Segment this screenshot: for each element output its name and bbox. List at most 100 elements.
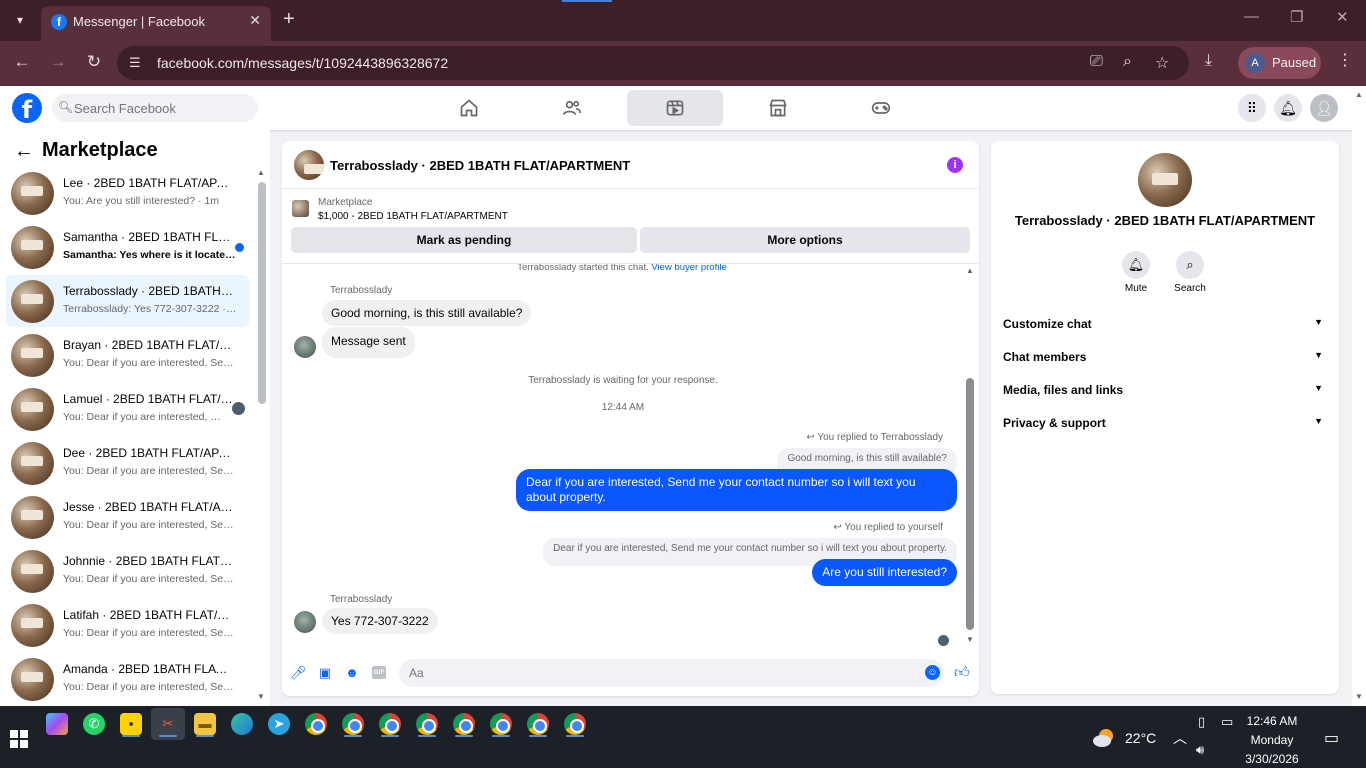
window-close-icon[interactable]: ✕ <box>1336 8 1349 26</box>
search-button[interactable]: ⌕ Search <box>1160 251 1220 294</box>
scroll-down-icon[interactable]: ▼ <box>966 635 974 644</box>
chevron-up-icon[interactable]: ︿ <box>1173 728 1187 748</box>
mute-button[interactable]: 🔔︎ Mute <box>1106 251 1166 294</box>
conversation-item-selected[interactable]: Terrabosslady · 2BED 1BATH FLAT/APARTMEN… <box>6 275 249 327</box>
thread-scrollbar[interactable] <box>966 378 974 630</box>
telegram-icon[interactable]: ➤ <box>268 713 290 735</box>
view-buyer-profile-link[interactable]: View buyer profile <box>651 264 726 273</box>
weather-icon[interactable] <box>1092 726 1116 750</box>
nav-friends-icon[interactable] <box>524 90 620 126</box>
notifications-bell-icon[interactable]: 🔔︎ <box>1274 94 1302 122</box>
chat-title[interactable]: Terrabosslady · 2BED 1BATH FLAT/APARTMEN… <box>330 158 630 173</box>
listing-thumbnail[interactable] <box>292 200 309 217</box>
url-text[interactable]: facebook.com/messages/t/1092443896328672 <box>157 55 448 71</box>
scroll-down-icon[interactable]: ▼ <box>257 692 265 701</box>
privacy-support-section[interactable]: Privacy & support ▼ <box>1003 416 1327 440</box>
system-clock[interactable]: 12:46 AM Monday 3/30/2026 <box>1240 712 1304 768</box>
edge-icon[interactable] <box>231 713 253 735</box>
bookmark-star-icon[interactable]: ☆ <box>1155 53 1169 73</box>
page-scrollbar[interactable]: ▲ ▼ <box>1352 86 1366 706</box>
sticker-icon[interactable]: ☻ <box>344 665 360 681</box>
nav-home-icon[interactable] <box>421 90 517 126</box>
listing-price[interactable]: $1,000 - 2BED 1BATH FLAT/APARTMENT <box>318 211 508 222</box>
outgoing-message[interactable]: Are you still interested? <box>812 559 957 586</box>
downloads-icon[interactable]: ⤓ <box>1205 52 1212 70</box>
more-options-button[interactable]: More options <box>640 227 970 253</box>
windows-start-icon[interactable] <box>10 730 28 748</box>
mark-as-pending-button[interactable]: Mark as pending <box>291 227 637 253</box>
new-tab-plus-icon[interactable]: + <box>283 8 295 30</box>
install-app-icon[interactable]: ⎚ <box>1090 53 1103 71</box>
forward-arrow-icon[interactable]: → <box>47 52 69 72</box>
browser-tab[interactable]: f Messenger | Facebook ✕ <box>41 6 271 41</box>
conversation-item[interactable]: Lamuel · 2BED 1BATH FLAT/APARTMENT You: … <box>6 383 249 435</box>
chat-avatar[interactable] <box>294 150 324 180</box>
reload-icon[interactable]: ↻ <box>83 52 105 72</box>
minimize-icon[interactable]: — <box>1244 8 1259 25</box>
chrome-icon[interactable] <box>416 713 438 735</box>
chat-members-section[interactable]: Chat members ▼ <box>1003 350 1327 374</box>
nav-marketplace-icon[interactable] <box>730 90 826 126</box>
notifications-icon[interactable]: ▭ <box>1324 728 1339 748</box>
account-avatar[interactable]: 👤︎ <box>1310 94 1338 122</box>
whatsapp-icon[interactable]: ✆ <box>83 713 105 735</box>
profile-button[interactable]: A Paused <box>1238 47 1321 79</box>
incoming-message[interactable]: Message sent <box>322 327 415 358</box>
conversation-item[interactable]: Jesse · 2BED 1BATH FLAT/APARTMENT You: D… <box>6 491 249 543</box>
menu-grid-icon[interactable]: ⠿ <box>1238 94 1266 122</box>
conversation-item[interactable]: Dee · 2BED 1BATH FLAT/APARTMENT You: Dea… <box>6 437 249 489</box>
emoji-icon[interactable]: ☺ <box>925 665 940 680</box>
address-bar[interactable]: ☰ facebook.com/messages/t/10924438963286… <box>117 46 1189 80</box>
phone-link-icon[interactable]: ▯ <box>1198 714 1205 730</box>
incoming-message[interactable]: Good morning, is this still available? <box>322 300 532 326</box>
photo-icon[interactable]: ▣ <box>317 665 333 681</box>
sticky-notes-icon[interactable]: ▪ <box>120 713 142 735</box>
info-icon[interactable]: i <box>947 157 963 173</box>
chrome-icon[interactable] <box>342 713 364 735</box>
customize-chat-section[interactable]: Customize chat ▼ <box>1003 317 1327 341</box>
outgoing-message[interactable]: Dear if you are interested, Send me your… <box>516 469 957 511</box>
scroll-down-icon[interactable]: ▼ <box>1355 692 1363 701</box>
sender-avatar[interactable] <box>294 336 316 358</box>
microphone-icon[interactable]: 🎤︎ <box>290 665 307 681</box>
scroll-up-icon[interactable]: ▲ <box>1355 90 1363 99</box>
browser-menu-icon[interactable]: ⋮ <box>1337 50 1353 70</box>
facebook-search-input[interactable] <box>74 94 254 122</box>
conversation-item[interactable]: Samantha · 2BED 1BATH FLAT/APARTMENT Sam… <box>6 221 249 273</box>
facebook-logo-icon[interactable]: f <box>12 93 42 124</box>
conversation-item[interactable]: Latifah · 2BED 1BATH FLAT/APARTMENT You:… <box>6 599 249 651</box>
chrome-icon[interactable] <box>527 713 549 735</box>
chrome-icon[interactable] <box>490 713 512 735</box>
chat-avatar[interactable] <box>1138 153 1192 207</box>
conversation-item[interactable]: Brayan · 2BED 1BATH FLAT/APARTMENT You: … <box>6 329 249 381</box>
nav-gaming-icon[interactable] <box>833 90 929 126</box>
back-arrow-icon[interactable]: ← <box>14 140 34 163</box>
incoming-message[interactable]: Yes 772-307-3222 <box>322 608 438 634</box>
file-explorer-icon[interactable]: ▬ <box>194 713 216 735</box>
conversation-list-scrollbar[interactable] <box>258 182 266 404</box>
sender-avatar[interactable] <box>294 611 316 633</box>
conversation-item[interactable]: Lee · 2BED 1BATH FLAT/APARTMENT You: Are… <box>6 167 249 219</box>
chrome-icon[interactable] <box>453 713 475 735</box>
scroll-up-icon[interactable]: ▲ <box>966 266 974 275</box>
gif-icon[interactable]: GIF <box>372 666 386 679</box>
chrome-icon[interactable] <box>379 713 401 735</box>
site-info-icon[interactable]: ☰ <box>129 55 141 71</box>
thumbs-up-icon[interactable]: 👍︎ <box>954 664 970 682</box>
media-files-links-section[interactable]: Media, files and links ▼ <box>1003 383 1327 407</box>
snipping-tool-icon[interactable]: ✂ <box>157 713 179 735</box>
volume-icon[interactable]: 🔊︎ <box>1196 742 1204 758</box>
scroll-up-icon[interactable]: ▲ <box>257 168 265 177</box>
chrome-icon[interactable] <box>564 713 586 735</box>
chrome-icon[interactable] <box>305 713 327 735</box>
tab-close-icon[interactable]: ✕ <box>249 12 261 29</box>
conversation-item[interactable]: Johnnie · 2BED 1BATH FLAT/APARTMENT You:… <box>6 545 249 597</box>
nav-video-icon[interactable] <box>627 90 723 126</box>
message-input[interactable] <box>399 659 944 687</box>
restore-icon[interactable]: ❐ <box>1290 8 1303 26</box>
conversation-item[interactable]: Amanda · 2BED 1BATH FLAT/APARTMENT You: … <box>6 653 249 705</box>
back-arrow-icon[interactable]: ← <box>11 52 33 72</box>
temperature[interactable]: 22°C <box>1125 730 1156 746</box>
zoom-icon[interactable]: ⌕ <box>1123 53 1132 71</box>
network-icon[interactable]: ▭ <box>1221 714 1233 730</box>
